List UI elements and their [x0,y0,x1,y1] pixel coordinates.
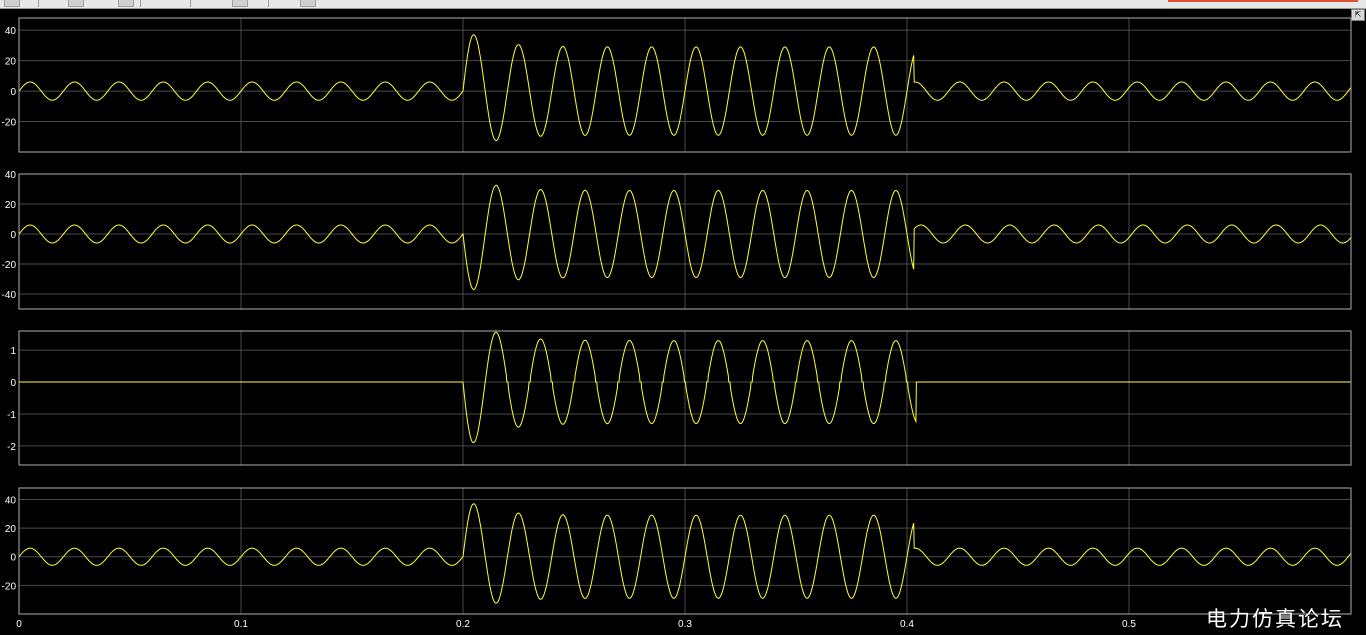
y-tick-label: 40 [5,26,17,37]
scope-axes-4: -20 0 20 40 0 0.1 0.2 0.3 0.4 0.5 [2,487,1352,630]
y-tick-label: 0 [10,553,16,564]
watermark: 电力仿真论坛 [1206,607,1344,631]
y-tick-label: 0 [10,87,16,98]
y-tick-label: 40 [5,170,17,181]
y-tick-label: 0 [10,378,16,389]
x-tick-label: 0 [16,619,22,630]
y-tick-label: -40 [2,290,17,301]
x-tick-label: 0.5 [1122,619,1136,630]
scope-axes-2: -40 -20 0 20 40 [2,170,1352,310]
scope-axes-1: -20 0 20 40 [2,17,1352,153]
y-tick-label: -20 [2,260,17,271]
y-tick-label: 40 [5,495,17,506]
y-tick-label: 1 [10,346,16,357]
scope-axes-3: -2 -1 0 1 [7,330,1352,466]
y-tick-label: 0 [10,230,16,241]
x-tick-label: 0.4 [900,619,914,630]
scope-display: -20 0 20 40 -40 -20 0 20 40 -2 -1 0 1 -20 0 20 40 0 0.1 0.2… [2,17,1352,630]
y-tick-label: 20 [5,524,17,535]
y-tick-label: 20 [5,57,17,68]
x-tick-label: 0.1 [234,619,248,630]
x-tick-label: 0.3 [678,619,692,630]
y-tick-label: -2 [7,442,16,453]
x-tick-label: 0.2 [456,619,470,630]
y-tick-label: -20 [2,581,17,592]
y-tick-label: -20 [2,118,17,129]
y-tick-label: -1 [7,410,16,421]
y-tick-label: 20 [5,200,17,211]
